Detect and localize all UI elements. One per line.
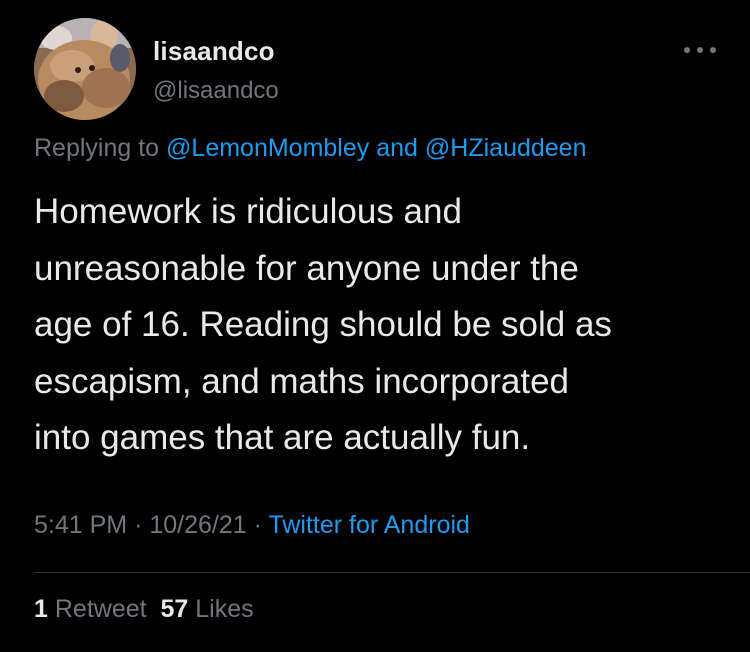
retweets-count: 1 bbox=[34, 595, 48, 623]
tweet-metadata: 5:41 PM · 10/26/21 · Twitter for Android bbox=[34, 511, 470, 540]
retweets-stat[interactable]: 1 Retweet bbox=[34, 595, 147, 623]
user-handle[interactable]: @lisaandco bbox=[153, 77, 279, 105]
likes-count: 57 bbox=[160, 595, 189, 623]
divider bbox=[34, 572, 750, 573]
tweet-time[interactable]: 5:41 PM bbox=[34, 511, 127, 539]
avatar-image bbox=[34, 18, 136, 120]
replying-to-label: Replying to bbox=[34, 134, 160, 162]
meta-separator: · bbox=[253, 511, 262, 539]
more-options-button[interactable] bbox=[680, 38, 720, 62]
meta-separator: · bbox=[134, 511, 143, 539]
mention-link-hziauddeen[interactable]: @HZiauddeen bbox=[425, 134, 587, 162]
tweet-source-link[interactable]: Twitter for Android bbox=[268, 511, 469, 539]
mention-conjunction: and bbox=[376, 134, 418, 162]
likes-stat[interactable]: 57 Likes bbox=[160, 595, 253, 623]
tweet-stats: 1 Retweet 57 Likes bbox=[34, 595, 254, 624]
more-horizontal-icon bbox=[684, 47, 716, 53]
likes-label: Likes bbox=[195, 595, 254, 623]
mention-link-lemonmombley[interactable]: @LemonMombley bbox=[166, 134, 369, 162]
tweet-text: Homework is ridiculous and unreasonable … bbox=[34, 192, 612, 457]
display-name[interactable]: lisaandco bbox=[153, 36, 275, 67]
retweets-label: Retweet bbox=[54, 595, 147, 623]
replying-to-line: Replying to @LemonMombley and @HZiauddee… bbox=[34, 134, 587, 163]
avatar[interactable] bbox=[34, 18, 136, 120]
tweet-date[interactable]: 10/26/21 bbox=[149, 511, 246, 539]
